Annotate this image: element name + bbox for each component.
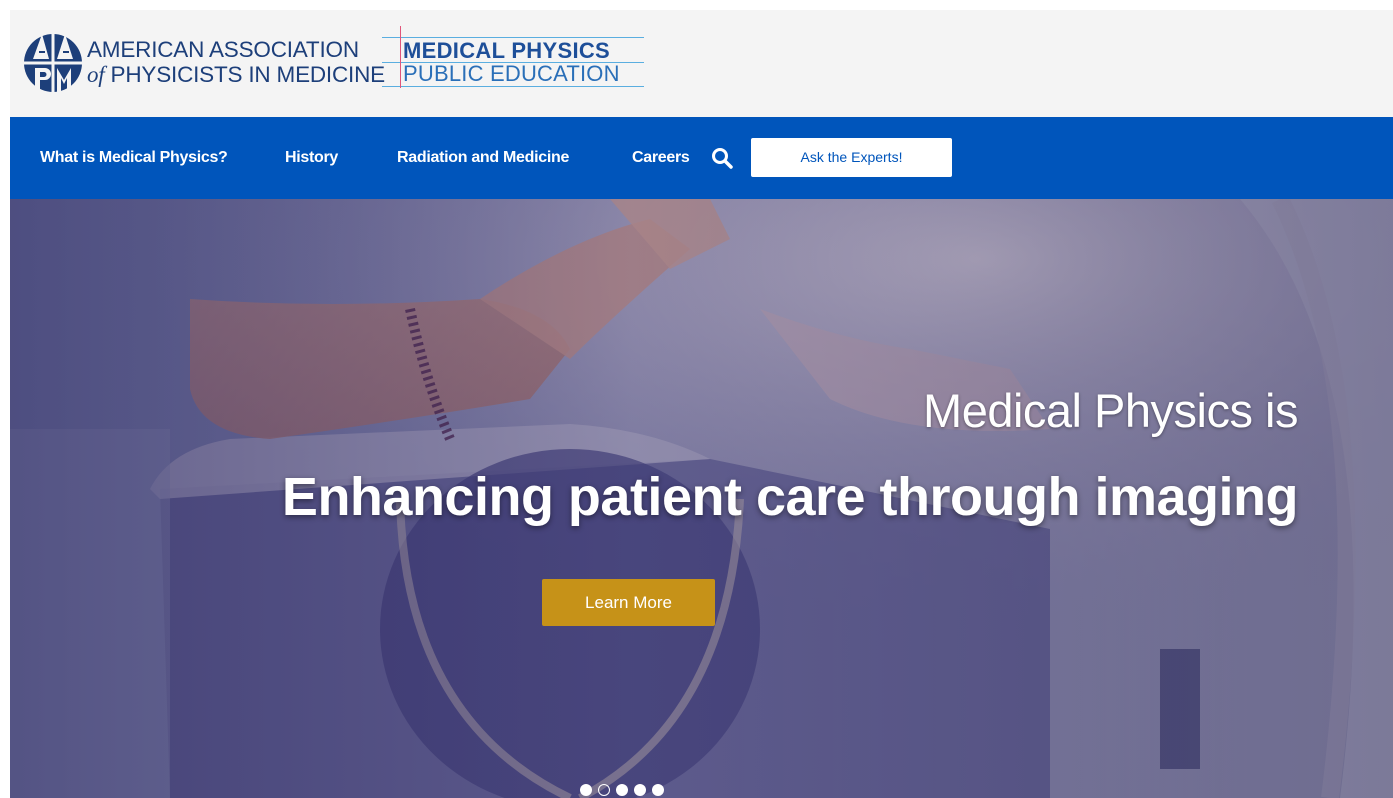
ask-the-experts-button[interactable]: Ask the Experts! bbox=[751, 138, 952, 177]
carousel-dot-1[interactable] bbox=[580, 784, 592, 796]
carousel-dot-4[interactable] bbox=[634, 784, 646, 796]
nav-item-history[interactable]: History bbox=[285, 148, 338, 168]
section-subtitle: PUBLIC EDUCATION bbox=[403, 61, 620, 86]
carousel-dot-2[interactable] bbox=[598, 784, 610, 796]
section-title: MEDICAL PHYSICS bbox=[403, 38, 611, 63]
page: AMERICAN ASSOCIATION of PHYSICISTS IN ME… bbox=[10, 10, 1393, 798]
org-name-line1: AMERICAN ASSOCIATION bbox=[87, 37, 359, 62]
carousel-dot-5[interactable] bbox=[652, 784, 664, 796]
search-icon[interactable] bbox=[710, 146, 734, 170]
section-logo-rule-bottom bbox=[382, 86, 644, 87]
site-header: AMERICAN ASSOCIATION of PHYSICISTS IN ME… bbox=[10, 10, 1393, 117]
section-logo-rule-vertical bbox=[400, 26, 401, 88]
section-logo[interactable]: MEDICAL PHYSICS PUBLIC EDUCATION bbox=[382, 26, 644, 88]
aapm-logo-icon[interactable] bbox=[23, 22, 83, 104]
hero-headline: Enhancing patient care through imaging bbox=[281, 467, 1299, 527]
org-name-line2-rest: PHYSICISTS IN MEDICINE bbox=[104, 62, 386, 87]
hero-subheading: Medical Physics is bbox=[923, 384, 1298, 437]
nav-item-careers[interactable]: Careers bbox=[632, 148, 690, 168]
learn-more-button[interactable]: Learn More bbox=[542, 579, 715, 626]
nav-item-what-is-medical-physics[interactable]: What is Medical Physics? bbox=[40, 148, 228, 168]
org-name-of: of bbox=[87, 62, 105, 87]
carousel-dot-3[interactable] bbox=[616, 784, 628, 796]
nav-item-radiation-and-medicine[interactable]: Radiation and Medicine bbox=[397, 148, 569, 168]
hero-carousel: Medical Physics is Enhancing patient car… bbox=[10, 199, 1393, 798]
org-name-line2: of PHYSICISTS IN MEDICINE bbox=[87, 62, 385, 87]
org-name: AMERICAN ASSOCIATION of PHYSICISTS IN ME… bbox=[87, 37, 385, 87]
carousel-indicators bbox=[580, 784, 664, 796]
main-nav: What is Medical Physics? History Radiati… bbox=[10, 117, 1393, 199]
